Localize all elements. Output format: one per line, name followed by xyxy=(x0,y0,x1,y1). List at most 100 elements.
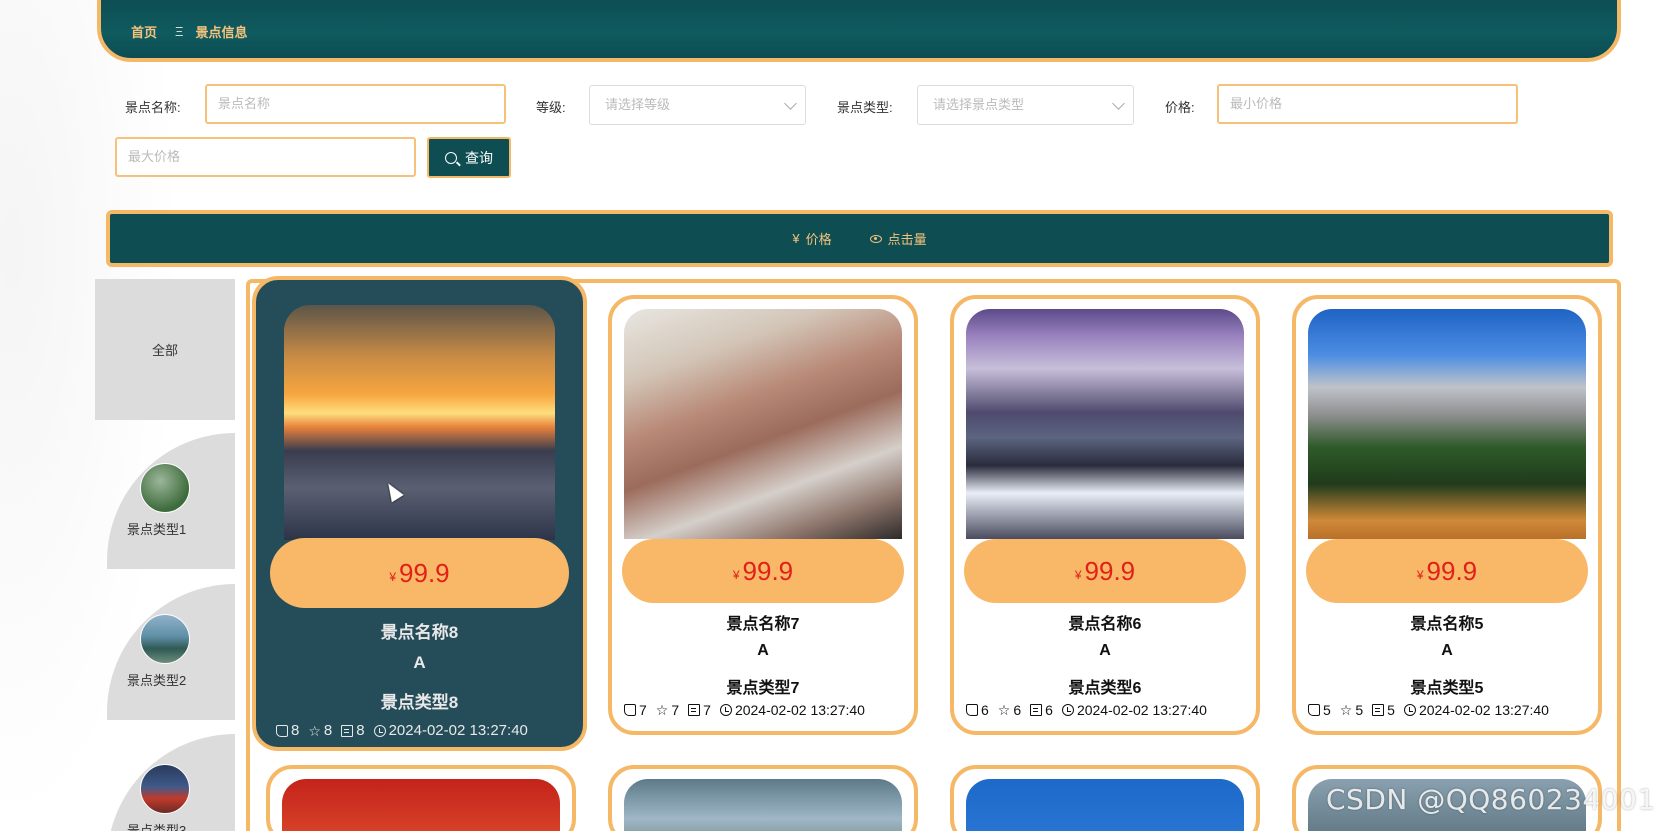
favorites-count: 7 xyxy=(671,702,680,718)
comments-count: 6 xyxy=(1045,702,1053,718)
likes-count: 7 xyxy=(639,702,647,718)
breadcrumb: 首页 Ξ 景点信息 xyxy=(97,0,1621,62)
max-price-input[interactable]: 最大价格 xyxy=(115,137,416,177)
category-all[interactable]: 全部 xyxy=(95,279,235,420)
comments-stat: 8 xyxy=(341,722,365,739)
star-icon: ☆ xyxy=(997,702,1011,718)
spot-name: 景点名称6 xyxy=(1068,616,1142,633)
sort-by-clicks[interactable]: 点击量 xyxy=(869,229,927,248)
likes-count: 8 xyxy=(291,722,300,739)
chevron-down-icon xyxy=(784,97,797,110)
spot-photo xyxy=(624,779,902,831)
chevron-down-icon xyxy=(1112,97,1125,110)
likes-stat: 6 xyxy=(966,702,989,718)
category-avatar xyxy=(140,463,190,513)
type-label: 景点类型: xyxy=(837,100,893,115)
spot-stats: 8 ☆ 8 8 2024-02-02 13:27:40 xyxy=(276,722,577,739)
spot-card[interactable] xyxy=(950,765,1260,831)
spot-photo xyxy=(1308,309,1586,539)
breadcrumb-home[interactable]: 首页 xyxy=(131,22,157,41)
price-pill: ¥ 99.9 xyxy=(270,538,569,608)
comments-stat: 7 xyxy=(688,702,711,718)
watermark: CSDN @QQ860234001 xyxy=(1326,783,1656,816)
sort-price-label: 价格 xyxy=(805,232,832,247)
likes-stat: 5 xyxy=(1308,702,1331,718)
price-value: 99.9 xyxy=(742,555,794,586)
spot-name: 景点名称8 xyxy=(380,623,459,642)
spot-photo xyxy=(966,309,1244,539)
query-button[interactable]: 查询 xyxy=(427,137,511,178)
spot-stats: 5 ☆ 5 5 2024-02-02 13:27:40 xyxy=(1308,702,1592,718)
spot-card[interactable]: ¥ 99.9 景点名称6 A 景点类型6 6 ☆ 6 6 2024-02-02 1… xyxy=(950,295,1260,735)
category-label: 景点类型3 xyxy=(127,823,187,831)
time-stat: 2024-02-02 13:27:40 xyxy=(1403,702,1549,718)
publish-time: 2024-02-02 13:27:40 xyxy=(388,722,528,739)
category-all-label: 全部 xyxy=(151,343,178,358)
sort-bar: ¥ 价格 点击量 xyxy=(106,210,1613,267)
price-pill: ¥ 99.9 xyxy=(622,539,904,603)
spot-card[interactable]: ¥ 99.9 景点名称8 A 景点类型8 8 ☆ 8 8 2024-02-02 1… xyxy=(252,276,587,751)
spot-photo xyxy=(282,779,560,831)
level-select[interactable]: 请选择等级 xyxy=(589,85,806,125)
likes-stat: 8 xyxy=(276,722,299,739)
favorites-stat: ☆ 5 xyxy=(1340,702,1363,718)
spot-name: 景点名称5 xyxy=(1410,616,1484,633)
favorites-count: 5 xyxy=(1355,702,1364,718)
spot-photo xyxy=(624,309,902,539)
sort-by-price[interactable]: ¥ 价格 xyxy=(792,229,831,248)
favorites-stat: ☆ 7 xyxy=(656,702,679,718)
comment-icon xyxy=(688,704,701,716)
spot-level: A xyxy=(1441,642,1453,659)
price-value: 99.9 xyxy=(1084,555,1136,586)
spot-type: 景点类型5 xyxy=(1410,680,1484,697)
time-stat: 2024-02-02 13:27:40 xyxy=(719,702,865,718)
category-label: 景点类型2 xyxy=(127,673,187,688)
currency-symbol: ¥ xyxy=(1416,568,1424,582)
spot-level: A xyxy=(413,653,426,672)
spot-level: A xyxy=(1099,642,1111,659)
spot-name: 景点名称7 xyxy=(726,616,800,633)
comments-stat: 5 xyxy=(1372,702,1395,718)
time-stat: 2024-02-02 13:27:40 xyxy=(1061,702,1207,718)
min-price-input[interactable]: 最小价格 xyxy=(1217,84,1518,124)
comment-icon xyxy=(1372,704,1385,716)
level-label: 等级: xyxy=(536,100,566,115)
spot-photo xyxy=(966,779,1244,831)
thumb-up-icon xyxy=(966,704,978,716)
spot-card[interactable] xyxy=(266,765,576,831)
thumb-up-icon xyxy=(1308,704,1320,716)
comments-count: 8 xyxy=(356,722,365,739)
favorites-stat: ☆ 6 xyxy=(998,702,1021,718)
price-pill: ¥ 99.9 xyxy=(964,539,1246,603)
star-icon: ☆ xyxy=(1339,702,1353,718)
eye-icon xyxy=(869,234,882,243)
spot-card[interactable]: ¥ 99.9 景点名称5 A 景点类型5 5 ☆ 5 5 2024-02-02 1… xyxy=(1292,295,1602,735)
currency-symbol: ¥ xyxy=(389,570,397,584)
spot-stats: 6 ☆ 6 6 2024-02-02 13:27:40 xyxy=(966,702,1250,718)
type-select[interactable]: 请选择景点类型 xyxy=(917,85,1134,125)
comment-icon xyxy=(1030,704,1043,716)
clock-icon xyxy=(719,704,732,716)
publish-time: 2024-02-02 13:27:40 xyxy=(734,702,865,718)
sort-clicks-label: 点击量 xyxy=(887,232,927,247)
comments-count: 5 xyxy=(1387,702,1395,718)
spot-level: A xyxy=(757,642,769,659)
price-value: 99.9 xyxy=(399,557,450,588)
price-label: 价格: xyxy=(1165,100,1195,115)
spot-card[interactable]: ¥ 99.9 景点名称7 A 景点类型7 7 ☆ 7 7 2024-02-02 1… xyxy=(608,295,918,735)
clock-icon xyxy=(1403,704,1416,716)
thumb-up-icon xyxy=(276,724,288,737)
favorites-stat: ☆ 8 xyxy=(308,722,332,739)
favorites-count: 6 xyxy=(1013,702,1022,718)
favorites-count: 8 xyxy=(323,722,333,739)
category-label: 景点类型1 xyxy=(127,522,187,537)
breadcrumb-current: 景点信息 xyxy=(195,24,248,40)
category-avatar xyxy=(140,764,190,814)
spot-card[interactable] xyxy=(608,765,918,831)
likes-count: 5 xyxy=(1323,702,1331,718)
price-value: 99.9 xyxy=(1426,555,1478,586)
query-button-label: 查询 xyxy=(465,149,493,166)
currency-symbol: ¥ xyxy=(1074,568,1082,582)
breadcrumb-separator-icon: Ξ xyxy=(175,23,184,39)
name-input[interactable]: 景点名称 xyxy=(205,84,506,124)
